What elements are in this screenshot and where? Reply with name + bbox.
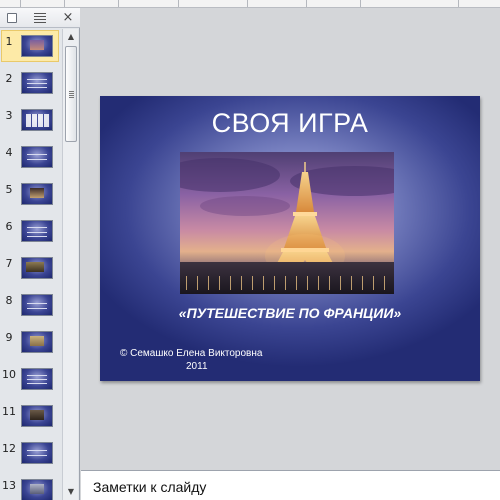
tab-slides[interactable]: [2, 10, 24, 26]
slide-thumbnail-6[interactable]: 6: [0, 214, 62, 250]
slide-thumbnail-image: [21, 109, 53, 131]
scrollbar-thumb[interactable]: [65, 46, 77, 142]
panel-tabs: ×: [0, 8, 80, 28]
slide-subtitle[interactable]: «ПУТЕШЕСТВИЕ ПО ФРАНЦИИ»: [100, 305, 480, 321]
slide-number: 5: [5, 183, 13, 196]
eiffel-tower-photo[interactable]: [180, 152, 394, 294]
slide-thumbnail-10[interactable]: 10: [0, 362, 62, 398]
slide-thumbnail-5[interactable]: 5: [0, 177, 62, 213]
credit-year: 2011: [186, 361, 208, 372]
slide-thumbnail-8[interactable]: 8: [0, 288, 62, 324]
thumbnails-scrollbar[interactable]: ▲ ▼: [62, 29, 78, 500]
slide-thumbnail-9[interactable]: 9: [0, 325, 62, 361]
close-panel-button[interactable]: ×: [60, 10, 76, 26]
slide-thumbnail-image: [21, 35, 53, 57]
slide-thumbnail-image: [21, 257, 53, 279]
slides-panel: × 1 2 3 4 5 6 7 8 9 10 11 12 13 ▲ ▼: [0, 8, 80, 500]
slide-thumbnail-image: [21, 183, 53, 205]
author-name: © Семашко Елена Викторовна: [120, 348, 263, 359]
slide-number: 3: [5, 109, 13, 122]
slide-number: 10: [2, 368, 16, 381]
slide-number: 12: [2, 442, 16, 455]
slide-number: 7: [5, 257, 13, 270]
top-toolbar-strip: [0, 0, 500, 8]
slide-thumbnail-image: [21, 146, 53, 168]
slide-number: 11: [2, 405, 16, 418]
presentation-editor: × 1 2 3 4 5 6 7 8 9 10 11 12 13 ▲ ▼ СВОЯ…: [0, 0, 500, 500]
grip-icon: [69, 91, 74, 98]
slide-title[interactable]: СВОЯ ИГРА: [100, 108, 480, 139]
outline-tab-icon: [34, 13, 46, 23]
tab-outline[interactable]: [26, 10, 54, 26]
slide-thumbnail-1[interactable]: 1: [0, 29, 62, 65]
slide-number: 13: [2, 479, 16, 492]
slide-thumbnail-image: [21, 331, 53, 353]
scroll-down-button[interactable]: ▼: [64, 484, 78, 500]
slide-thumbnail-image: [21, 294, 53, 316]
slide-thumbnail-2[interactable]: 2: [0, 66, 62, 102]
slide-thumbnail-image: [21, 72, 53, 94]
slide-thumbnail-image: [21, 220, 53, 242]
slides-tab-icon: [7, 13, 17, 23]
slide-number: 8: [5, 294, 13, 307]
author-credit[interactable]: © Семашко Елена Викторовна 2011: [120, 347, 296, 373]
close-icon: ×: [62, 10, 74, 25]
slide-thumbnail-7[interactable]: 7: [0, 251, 62, 287]
slide-thumbnail-3[interactable]: 3: [0, 103, 62, 139]
notes-pane[interactable]: Заметки к слайду: [81, 470, 500, 500]
slide-number: 9: [5, 331, 13, 344]
slide-thumbnail-list: 1 2 3 4 5 6 7 8 9 10 11 12 13: [0, 29, 62, 500]
slide-editing-area: СВОЯ ИГРА «ПУТЕШЕСТВИЕ ПО ФРАНЦИИ» © Сем…: [81, 8, 500, 469]
slide-thumbnail-image: [21, 479, 53, 500]
slide-thumbnail-image: [21, 405, 53, 427]
current-slide[interactable]: СВОЯ ИГРА «ПУТЕШЕСТВИЕ ПО ФРАНЦИИ» © Сем…: [100, 96, 480, 381]
slide-thumbnail-4[interactable]: 4: [0, 140, 62, 176]
arrow-down-icon: ▼: [67, 487, 75, 496]
slide-number: 2: [5, 72, 13, 85]
slide-number: 1: [5, 35, 13, 48]
slide-thumbnail-image: [21, 442, 53, 464]
slide-number: 6: [5, 220, 13, 233]
slide-thumbnail-image: [21, 368, 53, 390]
city-lights: [180, 276, 394, 290]
notes-placeholder[interactable]: Заметки к слайду: [93, 479, 206, 495]
slide-number: 4: [5, 146, 13, 159]
arrow-up-icon: ▲: [67, 32, 75, 41]
scroll-up-button[interactable]: ▲: [64, 29, 78, 45]
slide-thumbnail-12[interactable]: 12: [0, 436, 62, 472]
slide-thumbnail-13[interactable]: 13: [0, 473, 62, 500]
slide-thumbnail-11[interactable]: 11: [0, 399, 62, 435]
